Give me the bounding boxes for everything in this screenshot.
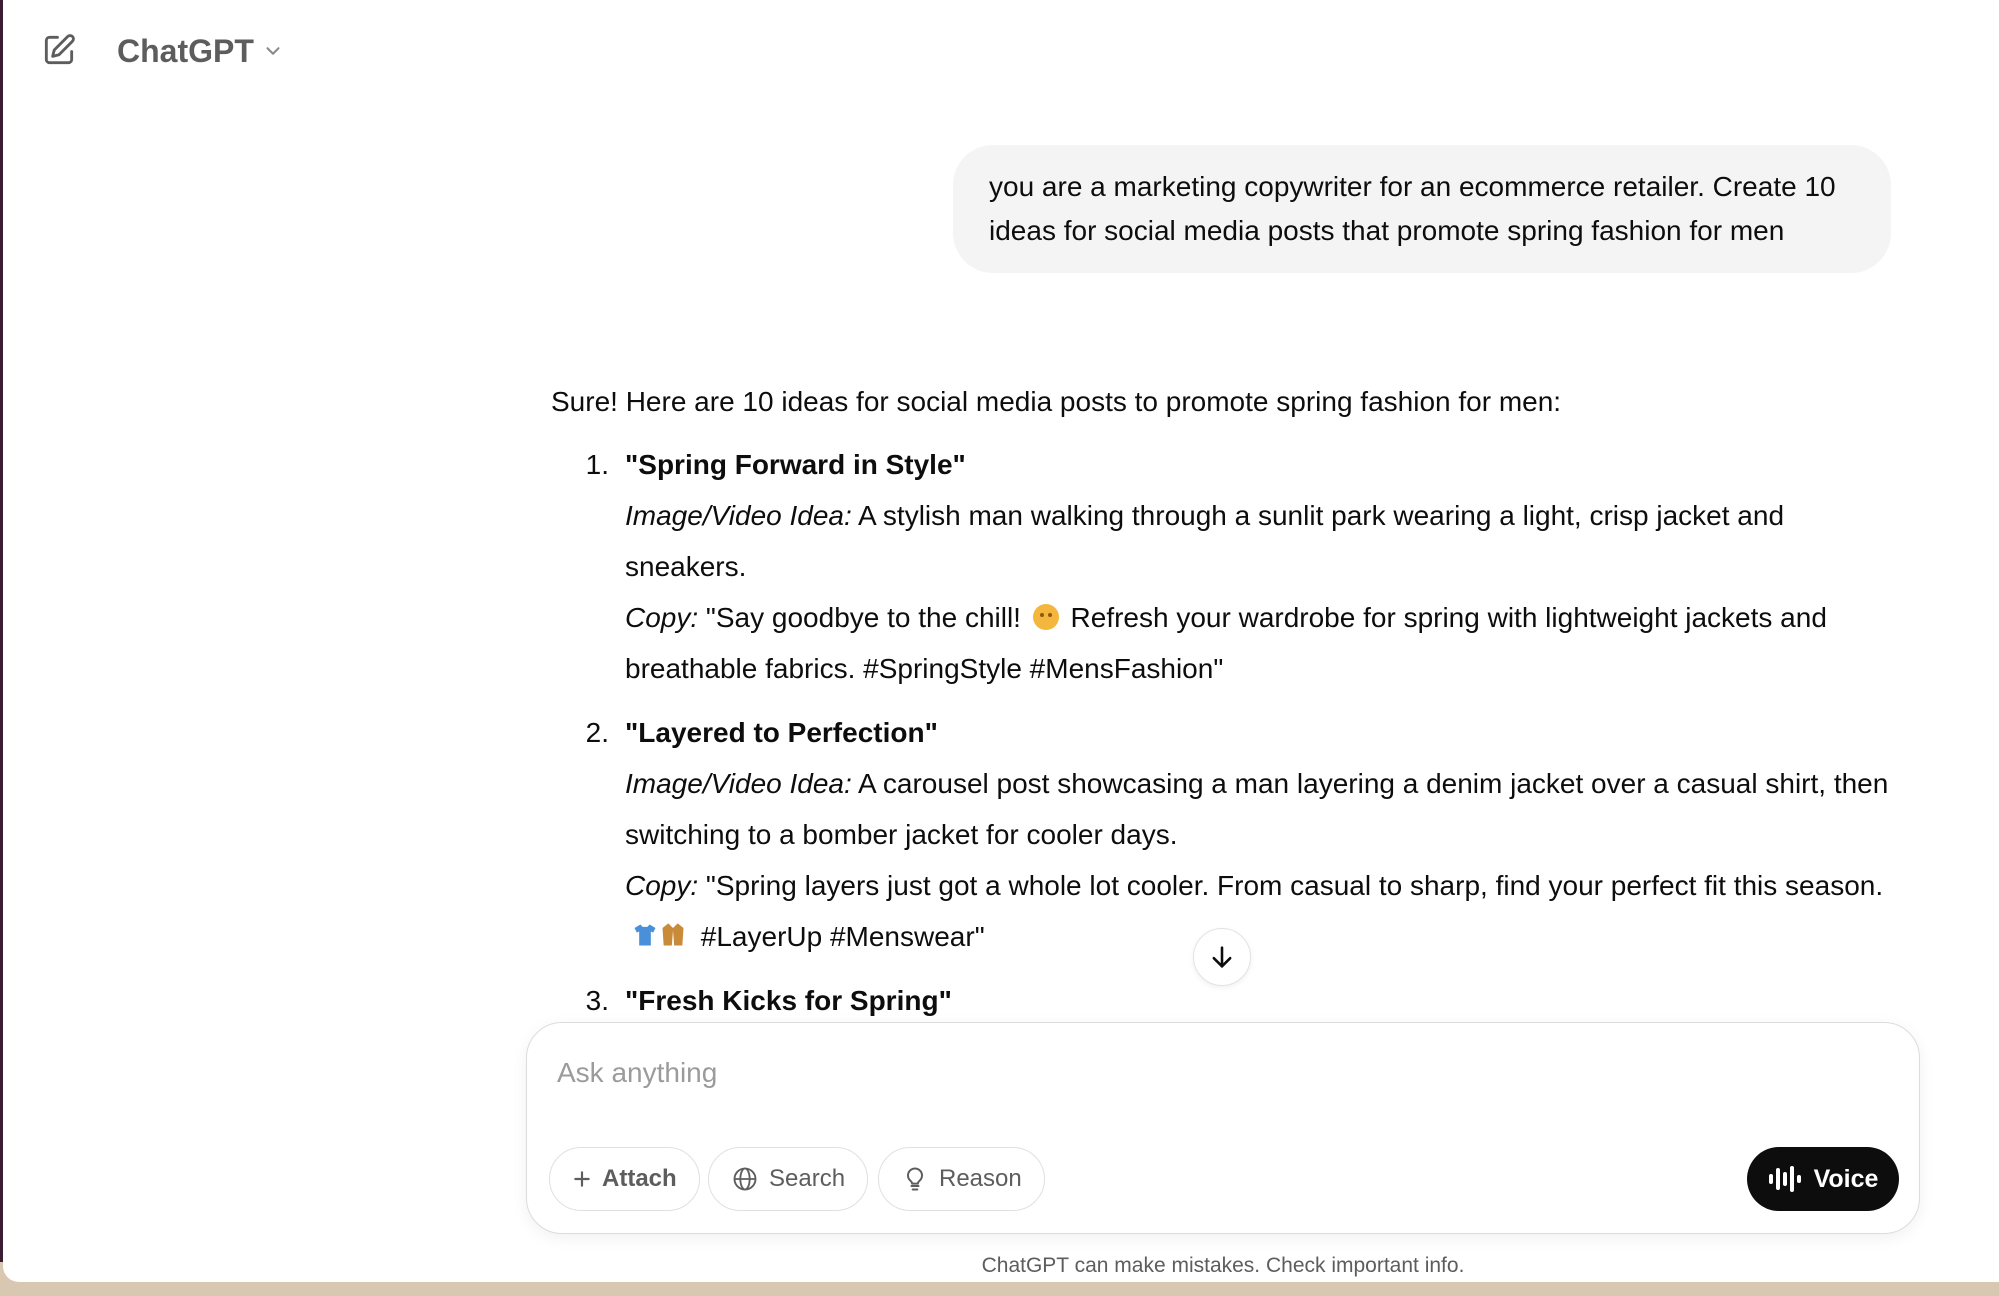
window-edge-bottom xyxy=(0,1282,1999,1296)
arrow-down-icon xyxy=(1212,946,1232,968)
message-composer: Attach Search Reason Voice xyxy=(526,1022,1920,1234)
copy-text-continued: #LayerUp #Menswear" xyxy=(693,921,985,952)
copy-idea: Copy: "Say goodbye to the chill! Refresh… xyxy=(625,592,1891,694)
copy-text: "Spring layers just got a whole lot cool… xyxy=(698,870,1884,901)
edit-icon xyxy=(44,34,75,65)
idea-title: "Fresh Kicks for Spring" xyxy=(625,985,952,1016)
disclaimer-text: ChatGPT can make mistakes. Check importa… xyxy=(981,1254,1465,1277)
copy-label: Copy: xyxy=(625,602,699,633)
list-item-body: "Fresh Kicks for Spring" xyxy=(625,976,1891,1024)
search-label: Search xyxy=(769,1165,846,1192)
copy-text: "Say goodbye to the chill! xyxy=(698,602,1029,633)
list-item-body: "Layered to Perfection" Image/Video Idea… xyxy=(625,708,1891,962)
image-idea-label: Image/Video Idea: xyxy=(625,768,852,799)
smiling-face-emoji-icon xyxy=(1032,604,1059,630)
list-item: 2. "Layered to Perfection" Image/Video I… xyxy=(551,708,1891,962)
reason-button[interactable]: Reason xyxy=(878,1147,1045,1211)
search-button[interactable]: Search xyxy=(708,1147,869,1211)
user-message: you are a marketing copywriter for an ec… xyxy=(953,145,1891,273)
image-idea: Image/Video Idea: A carousel post showca… xyxy=(625,758,1891,860)
image-idea-label: Image/Video Idea: xyxy=(625,500,852,531)
assistant-intro: Sure! Here are 10 ideas for social media… xyxy=(551,386,1562,417)
attach-button[interactable]: Attach xyxy=(549,1147,700,1211)
conversation-area[interactable]: you are a marketing copywriter for an ec… xyxy=(3,100,1999,1024)
idea-title: "Layered to Perfection" xyxy=(625,717,938,748)
image-idea: Image/Video Idea: A stylish man walking … xyxy=(625,490,1891,592)
copy-idea: Copy: "Spring layers just got a whole lo… xyxy=(625,860,1891,962)
list-number: 3. xyxy=(585,985,609,1016)
reason-label: Reason xyxy=(939,1165,1022,1192)
voice-waveform-icon xyxy=(1768,1166,1801,1192)
lightbulb-icon xyxy=(907,1167,923,1191)
globe-icon xyxy=(733,1167,757,1191)
shirt-emoji-icon xyxy=(634,924,656,946)
attach-label: Attach xyxy=(602,1165,677,1192)
coat-emoji-icon xyxy=(662,923,684,946)
model-name: ChatGPT xyxy=(117,32,254,69)
new-chat-button[interactable] xyxy=(39,30,79,70)
plus-icon xyxy=(574,1171,590,1187)
list-item: 1. "Spring Forward in Style" Image/Video… xyxy=(551,440,1891,694)
voice-button[interactable]: Voice xyxy=(1747,1147,1899,1211)
copy-label: Copy: xyxy=(625,870,699,901)
idea-title: "Spring Forward in Style" xyxy=(625,449,966,480)
top-bar: ChatGPT xyxy=(3,0,1999,100)
chat-app: ChatGPT you are a marketing copywriter f… xyxy=(3,0,1999,1282)
list-number: 2. xyxy=(585,717,609,748)
scroll-to-bottom-button[interactable] xyxy=(1193,928,1251,986)
chevron-down-icon xyxy=(266,47,280,55)
voice-label: Voice xyxy=(1813,1164,1879,1193)
list-item-body: "Spring Forward in Style" Image/Video Id… xyxy=(625,440,1891,694)
list-number: 1. xyxy=(585,449,609,480)
prompt-input[interactable] xyxy=(555,1047,1859,1099)
model-switcher[interactable]: ChatGPT xyxy=(117,30,284,72)
